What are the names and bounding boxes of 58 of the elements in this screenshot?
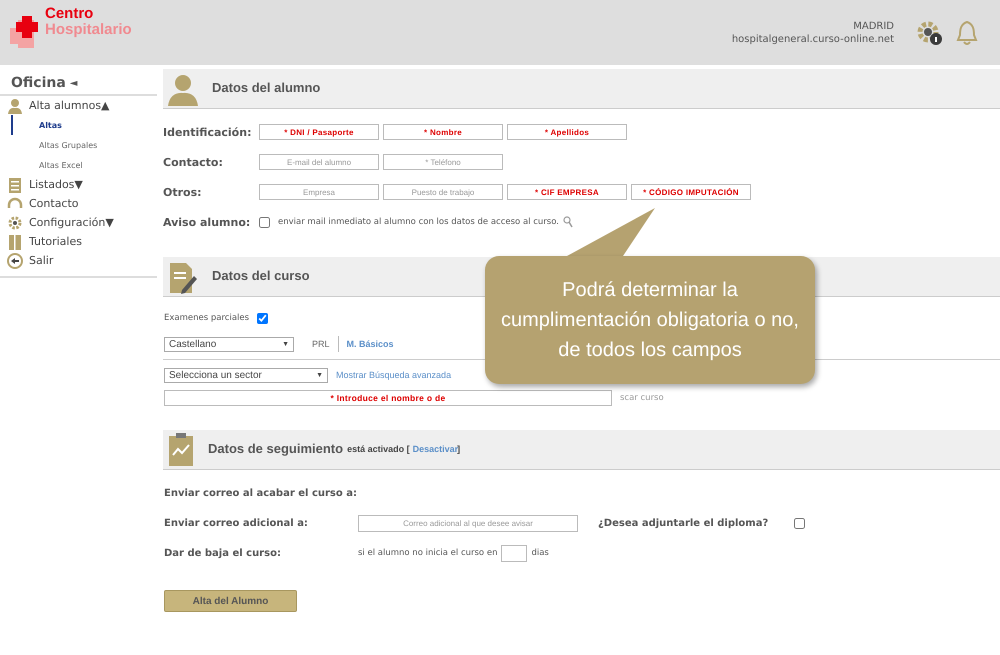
checkbox-label: enviar mail inmediato al alumno con los datos de acceso al curso. bbox=[278, 217, 559, 227]
sidebar-title: Oficina bbox=[11, 75, 66, 91]
input-field[interactable]: * Apellidos bbox=[507, 124, 627, 140]
document-pencil-icon bbox=[168, 262, 198, 294]
sidebar-item[interactable]: Configuración▼ bbox=[0, 213, 157, 232]
logo-title: Centro bbox=[45, 6, 94, 22]
input-field[interactable]: * CÓDIGO IMPUTACIÓN bbox=[631, 184, 751, 200]
submenu-item[interactable]: Altas Excel bbox=[11, 155, 157, 175]
list-icon bbox=[7, 176, 23, 192]
input-field[interactable]: Puesto de trabajo bbox=[383, 184, 503, 200]
course-tab[interactable]: PRL bbox=[312, 339, 330, 349]
sidebar-item[interactable]: Tutoriales bbox=[0, 232, 157, 251]
field-label: Dar de baja el curso: bbox=[164, 548, 282, 558]
checkbox[interactable] bbox=[794, 518, 805, 528]
input-field[interactable]: * CIF EMPRESA bbox=[507, 184, 627, 200]
section-title: Datos del alumno bbox=[212, 80, 320, 95]
input-field[interactable]: * Nombre bbox=[383, 124, 503, 140]
domain-text: hospitalgeneral.curso-online.net bbox=[732, 32, 894, 46]
field-label: ¿Desea adjuntarle el diploma? bbox=[598, 518, 770, 528]
input-field[interactable]: * DNI / Pasaporte bbox=[259, 124, 379, 140]
field-label: Aviso alumno: bbox=[163, 216, 252, 228]
field-label: Otros: bbox=[163, 186, 203, 198]
sidebar-item[interactable]: Contacto bbox=[0, 194, 157, 213]
person-icon bbox=[7, 98, 23, 114]
search-icon[interactable] bbox=[562, 216, 573, 228]
input-field[interactable]: E-mail del alumno bbox=[259, 154, 379, 170]
submit-button[interactable]: Alta del Alumno bbox=[164, 590, 297, 612]
person-icon bbox=[168, 74, 198, 106]
bracket-text: ] bbox=[457, 444, 460, 454]
exit-icon bbox=[7, 252, 23, 268]
unit-label: dias bbox=[531, 548, 549, 558]
field-label: Enviar correo al acabar el curso a: bbox=[164, 488, 357, 498]
sidebar-item[interactable]: Salir bbox=[0, 251, 157, 270]
submenu-item[interactable]: Altas Grupales bbox=[11, 135, 157, 155]
submenu-item[interactable]: Altas bbox=[11, 115, 157, 135]
field-label: si el alumno no inicia el curso en bbox=[358, 548, 498, 558]
section-title: Datos del curso bbox=[212, 268, 310, 283]
clipboard-chart-icon bbox=[168, 433, 194, 467]
settings-icon[interactable] bbox=[916, 20, 944, 46]
status-text: está activado [ bbox=[347, 444, 410, 454]
logo-subtitle: Hospitalario bbox=[44, 22, 132, 38]
input-field[interactable]: * Teléfono bbox=[383, 154, 503, 170]
collapse-arrow[interactable]: ◄ bbox=[70, 78, 78, 88]
field-label: Identificación: bbox=[163, 126, 252, 138]
course-search-field[interactable]: * Introduce el nombre o de bbox=[164, 390, 612, 406]
checkbox-label: Examenes parciales bbox=[164, 313, 250, 323]
input-field[interactable]: Empresa bbox=[259, 184, 379, 200]
input-field[interactable]: Correo adicional al que desee avisar bbox=[358, 514, 578, 532]
sidebar-item[interactable]: Listados▼ bbox=[0, 175, 157, 194]
field-label: Enviar correo adicional a: bbox=[164, 518, 309, 528]
location-text: MADRID bbox=[853, 20, 894, 32]
gear-icon bbox=[7, 214, 23, 230]
field-label: Contacto: bbox=[163, 156, 224, 168]
section-title: Datos de seguimiento bbox=[208, 441, 344, 456]
checkbox[interactable] bbox=[259, 216, 270, 228]
checkbox[interactable] bbox=[257, 312, 268, 324]
sidebar-item[interactable]: Alta alumnos▲ bbox=[0, 96, 157, 115]
days-field[interactable] bbox=[501, 544, 528, 562]
